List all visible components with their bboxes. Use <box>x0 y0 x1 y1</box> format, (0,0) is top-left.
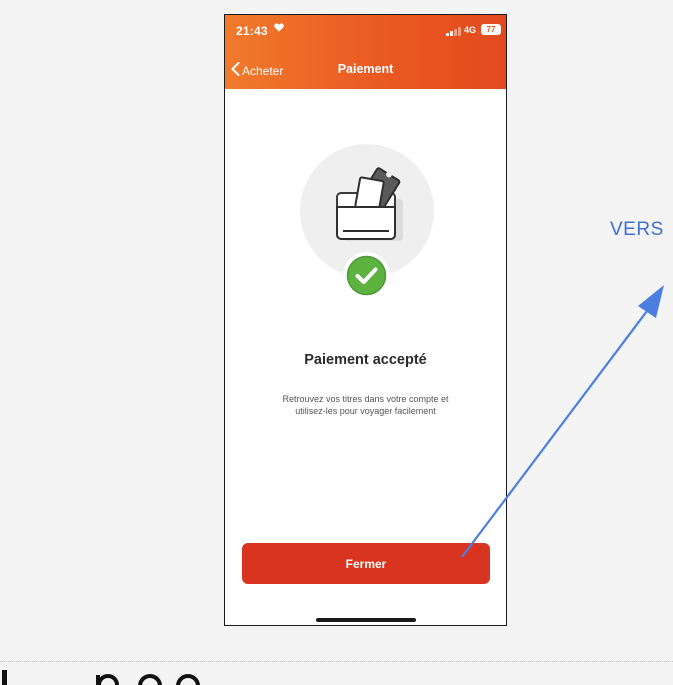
status-bar: 21:43 4G 77 <box>225 15 506 45</box>
status-time: 21:43 <box>236 24 268 38</box>
success-badge <box>343 252 390 299</box>
annotation-label: VERS <box>610 219 664 240</box>
home-indicator <box>316 618 416 622</box>
screenshot-page: 21:43 4G 77 Acheter Paiement Paiement ac… <box>0 0 673 685</box>
success-message-line-2: utilisez-les pour voyager facilement <box>295 406 436 416</box>
battery-icon: 77 <box>481 24 501 35</box>
ticket-wallet-icon <box>336 167 403 241</box>
checkmark-circle-icon <box>346 255 387 296</box>
close-button[interactable]: Fermer <box>242 543 490 584</box>
network-type: 4G <box>464 25 477 35</box>
success-message-line-1: Retrouvez vos titres dans votre compte e… <box>282 394 449 404</box>
cropped-heading-fragment <box>2 670 200 685</box>
battery-level: 77 <box>486 25 496 34</box>
signal-strength-icon <box>446 26 464 36</box>
success-title: Paiement accepté <box>304 352 427 368</box>
success-message: Retrouvez vos titres dans votre compte e… <box>245 393 486 417</box>
section-divider <box>0 661 673 662</box>
top-bar: 21:43 4G 77 Acheter Paiement <box>225 15 506 89</box>
phone-screen: 21:43 4G 77 Acheter Paiement Paiement ac… <box>224 14 507 626</box>
navigation-bar: Acheter Paiement <box>225 57 506 85</box>
heart-icon <box>274 23 284 35</box>
page-title: Paiement <box>337 62 394 76</box>
